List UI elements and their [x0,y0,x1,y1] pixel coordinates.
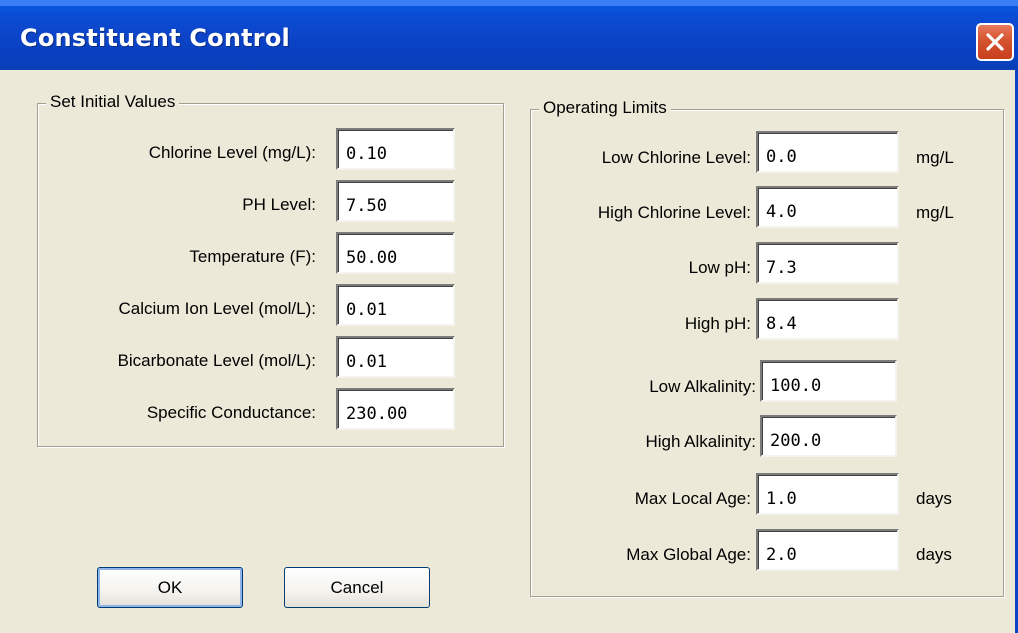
bicarbonate-level-input[interactable] [336,336,455,378]
cancel-button[interactable]: Cancel [284,567,430,608]
close-icon [986,33,1004,51]
low-chlorine-level-input[interactable] [756,131,899,173]
max-local-age-unit: days [916,489,952,508]
low-alkalinity-label: Low Alkalinity: [649,377,756,396]
low-ph-input[interactable] [756,242,899,284]
high-chlorine-unit: mg/L [916,203,954,222]
low-chlorine-unit: mg/L [916,148,954,167]
chlorine-level-input[interactable] [336,128,455,170]
temperature-input[interactable] [336,232,455,274]
calcium-ion-level-label: Calcium Ion Level (mol/L): [118,299,316,318]
ph-level-label: PH Level: [242,195,316,214]
max-global-age-unit: days [916,545,952,564]
cancel-button-label: Cancel [330,577,384,597]
max-local-age-input[interactable] [756,473,899,515]
max-global-age-label: Max Global Age: [626,545,751,564]
operating-limits-legend: Operating Limits [539,98,671,118]
chlorine-level-label: Chlorine Level (mg/L): [148,143,316,162]
operating-limits-group: Operating Limits [530,98,1004,597]
specific-conductance-input[interactable] [336,388,455,430]
bicarbonate-level-label: Bicarbonate Level (mol/L): [117,351,316,370]
temperature-label: Temperature (F): [189,247,316,266]
high-alkalinity-label: High Alkalinity: [645,432,756,451]
title-bar-highlight [0,0,1018,6]
high-ph-input[interactable] [756,298,899,340]
max-global-age-input[interactable] [756,529,899,571]
window-title: Constituent Control [20,24,290,52]
constituent-control-dialog: Constituent Control Set Initial Values C… [0,0,1018,633]
calcium-ion-level-input[interactable] [336,284,455,326]
ok-button-label: OK [157,577,183,597]
initial-values-legend: Set Initial Values [46,92,180,112]
high-ph-label: High pH: [684,314,751,333]
high-alkalinity-input[interactable] [760,415,897,457]
title-bar[interactable]: Constituent Control [0,0,1018,70]
dialog-client-area: Set Initial Values Chlorine Level (mg/L)… [0,70,1018,633]
low-alkalinity-input[interactable] [760,360,897,402]
close-button[interactable] [976,23,1014,61]
specific-conductance-label: Specific Conductance: [146,403,316,422]
high-chlorine-level-input[interactable] [756,186,899,228]
max-local-age-label: Max Local Age: [634,489,751,508]
low-chlorine-level-label: Low Chlorine Level: [601,148,751,167]
ph-level-input[interactable] [336,180,455,222]
ok-button[interactable]: OK [97,567,243,608]
high-chlorine-level-label: High Chlorine Level: [597,203,751,222]
low-ph-label: Low pH: [688,258,751,277]
